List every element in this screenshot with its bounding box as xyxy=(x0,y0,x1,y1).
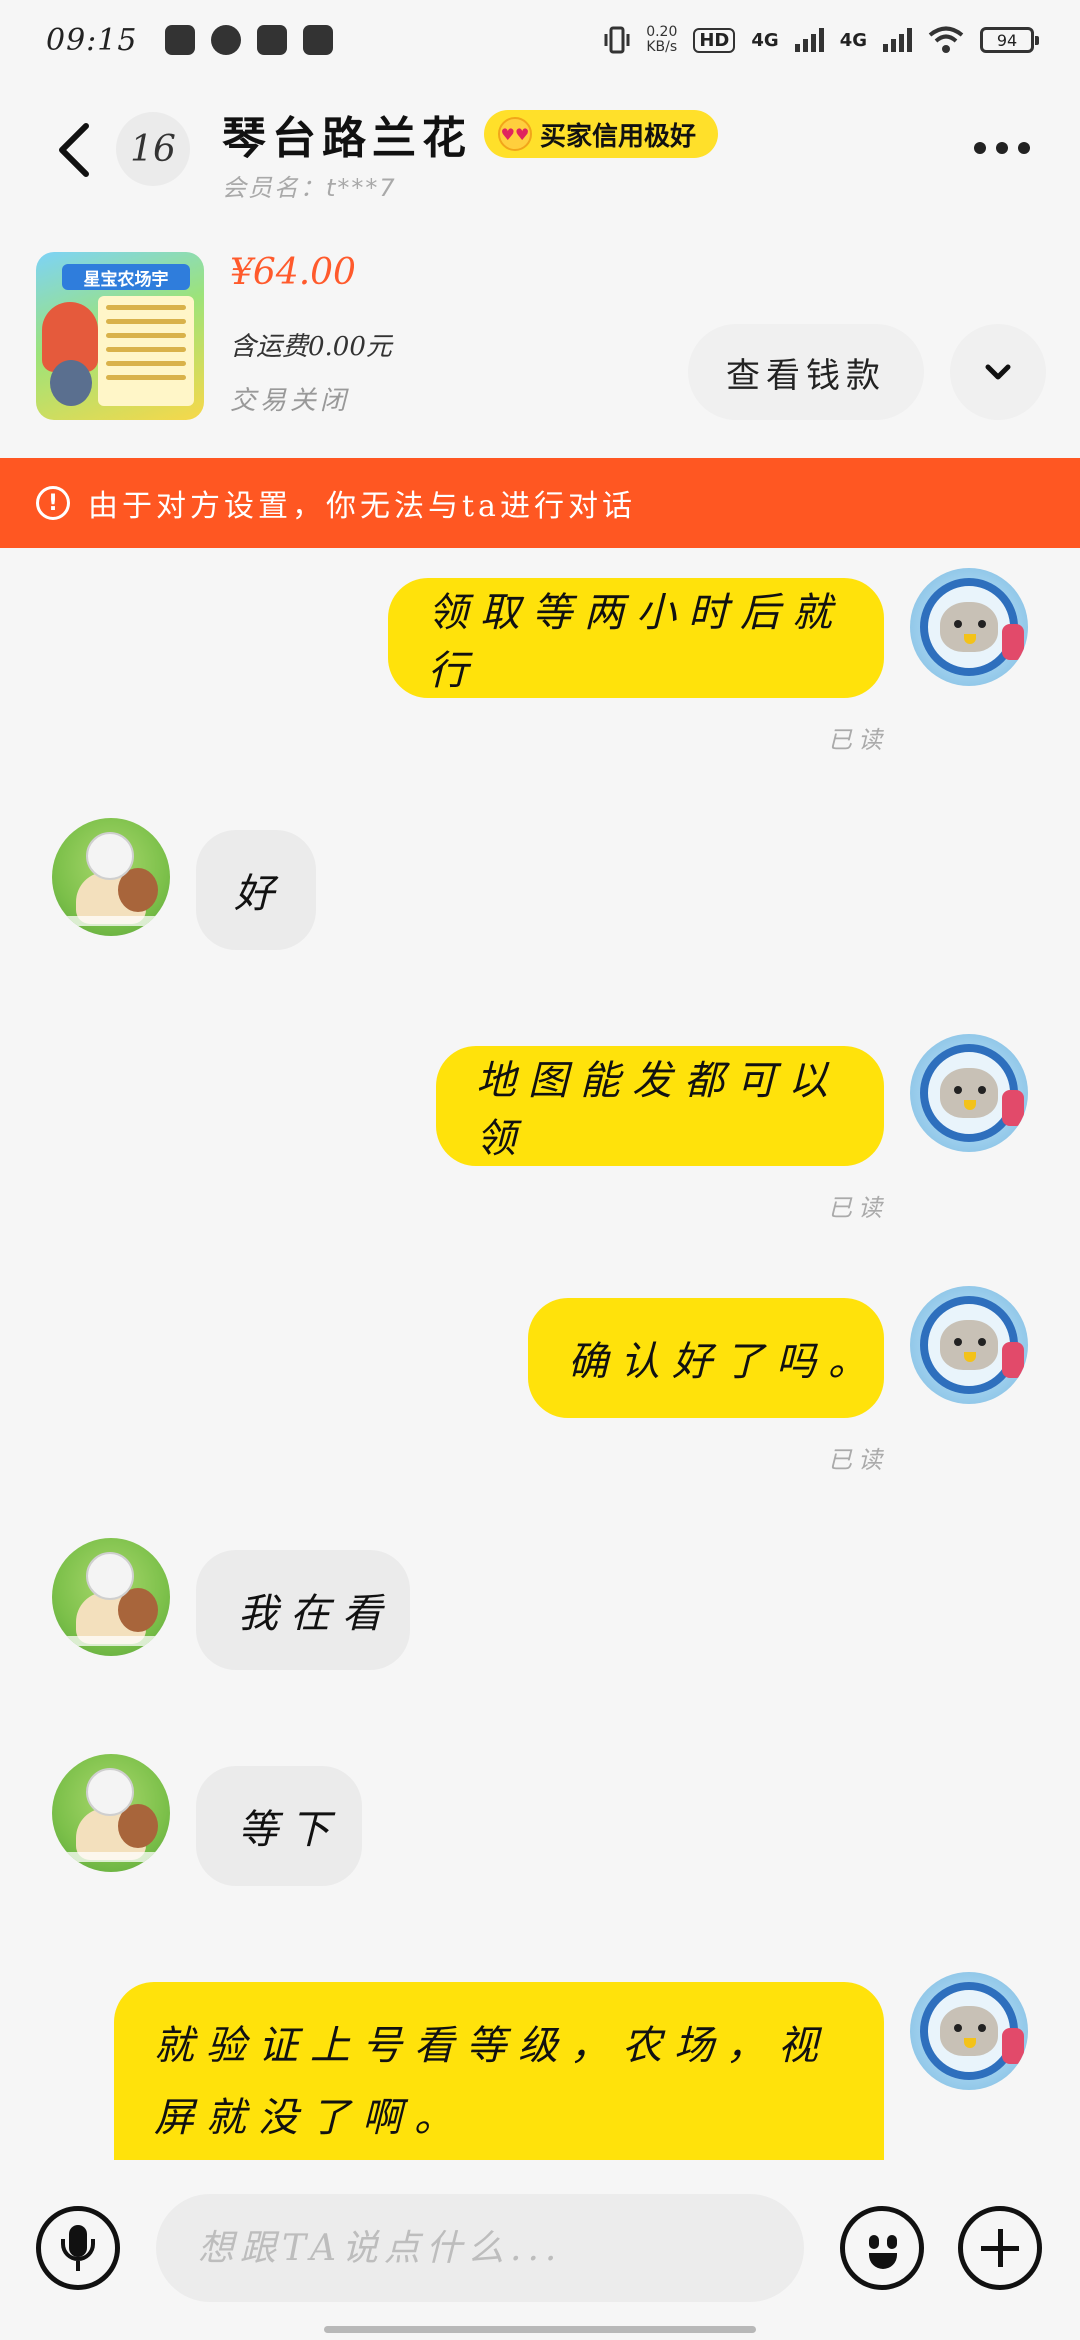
signal-bars-icon xyxy=(794,28,824,52)
dewu-icon xyxy=(303,25,334,55)
battery-icon: 94 xyxy=(980,27,1039,53)
member-name: 会员名：t***7 xyxy=(222,174,397,202)
book-icon xyxy=(257,25,288,55)
my-avatar[interactable] xyxy=(910,1286,1028,1404)
message-bubble[interactable]: 我在看 xyxy=(196,1550,410,1670)
heart-eyes-emoji-icon: ♥♥ xyxy=(498,117,532,151)
emoji-button[interactable] xyxy=(840,2206,924,2290)
hd-badge: HD xyxy=(693,27,736,53)
shipping-fee: 含运费0.00元 xyxy=(230,332,392,362)
wifi-icon xyxy=(928,26,964,53)
product-card[interactable]: 星宝农场宇 ¥64.00 含运费0.00元 交易关闭 查看钱款 xyxy=(0,240,1080,440)
more-icon[interactable] xyxy=(974,142,1030,154)
warning-banner: ! 由于对方设置，你无法与ta进行对话 xyxy=(0,458,1080,548)
alert-icon: ! xyxy=(36,486,70,520)
read-receipt: 已读 xyxy=(828,726,888,754)
message-bubble[interactable]: 领取等两小时后就行 xyxy=(388,578,884,698)
message-input[interactable] xyxy=(156,2194,804,2302)
expand-button[interactable] xyxy=(950,324,1046,420)
chevron-down-icon xyxy=(985,364,1011,380)
notification-icons xyxy=(165,25,334,55)
message-bubble[interactable]: 好 xyxy=(196,830,316,950)
my-avatar[interactable] xyxy=(910,1972,1028,2090)
message-bubble[interactable]: 地图能发都可以领 xyxy=(436,1046,884,1166)
message-bubble[interactable]: 确认好了吗。 xyxy=(528,1298,884,1418)
microphone-button[interactable] xyxy=(36,2206,120,2290)
credit-badge-label: 买家信用极好 xyxy=(540,121,697,152)
status-time: 09:15 xyxy=(46,22,138,58)
add-button[interactable] xyxy=(958,2206,1042,2290)
input-bar xyxy=(0,2170,1080,2340)
vibrate-icon xyxy=(604,26,630,54)
read-receipt: 已读 xyxy=(828,1194,888,1222)
product-price: ¥64.00 xyxy=(230,252,356,293)
warning-text: 由于对方设置，你无法与ta进行对话 xyxy=(88,489,636,524)
net-speed-value: 0.20 xyxy=(646,24,678,40)
message-bubble[interactable]: 等下 xyxy=(196,1766,362,1886)
net-speed-unit: KB/s xyxy=(646,39,678,55)
signal-label-2: 4G xyxy=(839,29,867,51)
message-bubble[interactable]: 就验证上号看等级，农场，视屏就没了啊。 xyxy=(114,1982,884,2160)
peer-avatar[interactable] xyxy=(52,818,170,936)
my-avatar[interactable] xyxy=(910,568,1028,686)
message-list[interactable]: 领取等两小时后就行 已读 好 地图能发都可以领 已读 确认好了吗。 已读 我在看… xyxy=(0,548,1080,2160)
my-avatar[interactable] xyxy=(910,1034,1028,1152)
signal-bars-icon xyxy=(883,28,912,52)
read-receipt: 已读 xyxy=(828,1446,888,1474)
back-icon[interactable] xyxy=(52,120,98,180)
wechat-icon xyxy=(211,25,242,55)
signal-label-1: 4G xyxy=(751,29,779,51)
peer-name[interactable]: 琴台路兰花 xyxy=(222,102,472,166)
unread-count-badge[interactable]: 16 xyxy=(116,112,190,186)
net-speed: 0.20 KB/s xyxy=(646,25,677,55)
status-right: 0.20 KB/s HD 4G 4G 94 xyxy=(604,25,1039,55)
home-indicator[interactable] xyxy=(324,2326,756,2333)
trade-status: 交易关闭 xyxy=(230,386,351,416)
peer-avatar[interactable] xyxy=(52,1538,170,1656)
chat-header: 16 琴台路兰花 ♥♥ 买家信用极好 会员名：t***7 xyxy=(0,90,1080,220)
peer-avatar[interactable] xyxy=(52,1754,170,1872)
thumb-banner: 星宝农场宇 xyxy=(62,264,190,290)
product-thumbnail[interactable]: 星宝农场宇 xyxy=(36,252,204,420)
douyin-icon xyxy=(165,25,196,55)
status-bar: 09:15 0.20 KB/s HD 4G 4G 94 xyxy=(0,0,1080,80)
view-payment-button[interactable]: 查看钱款 xyxy=(688,324,924,420)
credit-badge: ♥♥ 买家信用极好 xyxy=(484,110,719,158)
